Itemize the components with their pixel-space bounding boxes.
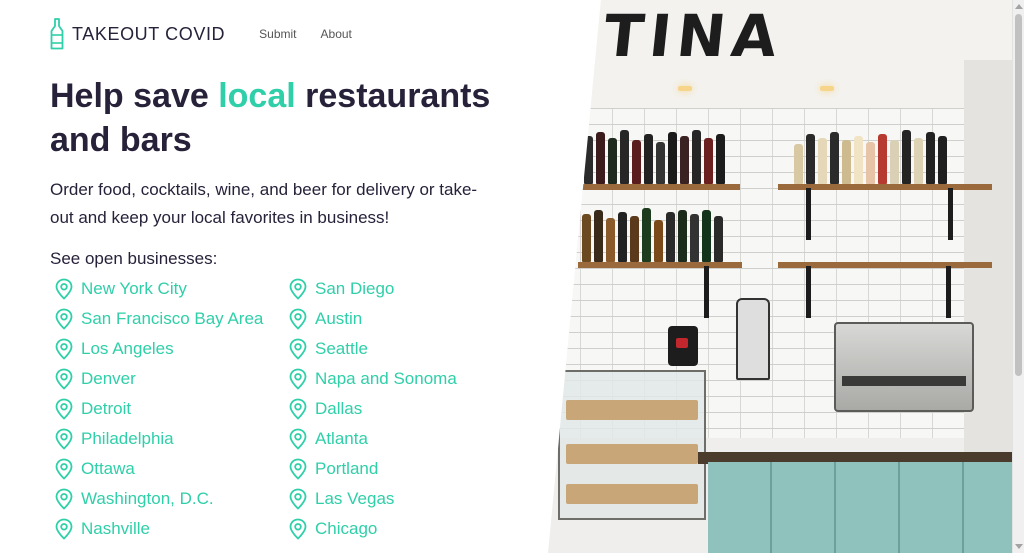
city-link[interactable]: Napa and Sonoma <box>288 364 457 394</box>
location-pin-icon <box>289 458 307 480</box>
coffee-grinder <box>736 298 770 380</box>
city-label[interactable]: Dallas <box>315 399 362 419</box>
city-label[interactable]: Denver <box>81 369 136 389</box>
shelf <box>580 184 740 190</box>
location-pin-icon <box>55 488 73 510</box>
scroll-down-arrow[interactable] <box>1015 544 1023 549</box>
city-link[interactable]: Washington, D.C. <box>54 484 263 514</box>
shelf-bracket <box>806 266 811 318</box>
city-link[interactable]: Denver <box>54 364 263 394</box>
scroll-thumb[interactable] <box>1015 14 1022 376</box>
city-link[interactable]: Austin <box>288 304 457 334</box>
headline-part: Help save <box>50 77 219 115</box>
businesses-title: See open businesses: <box>50 249 218 268</box>
city-link[interactable]: Dallas <box>288 394 457 424</box>
city-label[interactable]: Seattle <box>315 339 368 359</box>
city-label[interactable]: Detroit <box>81 399 131 419</box>
city-label[interactable]: Atlanta <box>315 429 368 449</box>
location-pin-icon <box>55 458 73 480</box>
city-label[interactable]: New York City <box>81 279 187 299</box>
photo-sign: TINA <box>600 2 787 70</box>
location-pin-icon <box>289 338 307 360</box>
nav-submit[interactable]: Submit <box>259 27 296 41</box>
city-link[interactable]: San Francisco Bay Area <box>54 304 263 334</box>
shelf-bracket <box>704 266 709 318</box>
location-pin-icon <box>55 368 73 390</box>
bottle-row <box>584 128 725 184</box>
city-label[interactable]: Los Angeles <box>81 339 174 359</box>
intro-text: Order food, cocktails, wine, and beer fo… <box>50 180 478 227</box>
scrollbar[interactable] <box>1012 0 1024 553</box>
location-pin-icon <box>289 368 307 390</box>
city-link[interactable]: Atlanta <box>288 424 457 454</box>
ceiling-lamp <box>820 86 834 91</box>
location-pin-icon <box>289 488 307 510</box>
brand-name[interactable]: TAKEOUT COVID <box>72 24 225 45</box>
city-label[interactable]: San Francisco Bay Area <box>81 309 263 329</box>
location-pin-icon <box>289 398 307 420</box>
dispenser <box>668 326 698 366</box>
city-link[interactable]: Nashville <box>54 514 263 544</box>
ceiling-lamp <box>678 86 692 91</box>
city-link[interactable]: Chicago <box>288 514 457 544</box>
location-pin-icon <box>55 518 73 540</box>
city-label[interactable]: Ottawa <box>81 459 135 479</box>
location-pin-icon <box>289 278 307 300</box>
city-label[interactable]: Washington, D.C. <box>81 489 214 509</box>
location-pin-icon <box>55 338 73 360</box>
city-label[interactable]: San Diego <box>315 279 394 299</box>
city-link[interactable]: Las Vegas <box>288 484 457 514</box>
city-list-right: San Diego Austin Seattle Napa and Sonoma Dal… <box>288 274 457 544</box>
location-pin-icon <box>55 278 73 300</box>
headline-accent: local <box>218 77 296 115</box>
pastry-case <box>558 370 706 520</box>
city-label[interactable]: Napa and Sonoma <box>315 369 457 389</box>
shelf-bracket <box>946 266 951 318</box>
city-link[interactable]: Philadelphia <box>54 424 263 454</box>
location-pin-icon <box>55 308 73 330</box>
city-label[interactable]: Nashville <box>81 519 150 539</box>
city-link[interactable]: Seattle <box>288 334 457 364</box>
hero-photo: TINA <box>548 0 1012 553</box>
city-link[interactable]: Detroit <box>54 394 263 424</box>
shelf-bracket <box>948 188 953 240</box>
city-list-left: New York City San Francisco Bay Area Los A… <box>54 274 263 544</box>
city-label[interactable]: Las Vegas <box>315 489 394 509</box>
location-pin-icon <box>289 518 307 540</box>
city-label[interactable]: Chicago <box>315 519 377 539</box>
nav-about[interactable]: About <box>321 27 352 41</box>
location-pin-icon <box>55 398 73 420</box>
site-header: TAKEOUT COVID Submit About <box>50 18 352 50</box>
bottle-row <box>582 206 723 262</box>
bottle-icon <box>50 18 64 50</box>
counter <box>708 462 1012 553</box>
city-label[interactable]: Portland <box>315 459 378 479</box>
city-link[interactable]: Portland <box>288 454 457 484</box>
city-label[interactable]: Philadelphia <box>81 429 174 449</box>
bottle-row <box>794 128 947 184</box>
location-pin-icon <box>289 428 307 450</box>
city-link[interactable]: Ottawa <box>54 454 263 484</box>
location-pin-icon <box>55 428 73 450</box>
page-headline: Help save local restaurants and bars <box>50 74 520 162</box>
espresso-machine <box>834 322 974 412</box>
shelf <box>578 262 742 268</box>
location-pin-icon <box>289 308 307 330</box>
shelf-bracket <box>806 188 811 240</box>
city-label[interactable]: Austin <box>315 309 362 329</box>
city-link[interactable]: San Diego <box>288 274 457 304</box>
scroll-up-arrow[interactable] <box>1015 4 1023 9</box>
main-nav: Submit About <box>259 27 352 41</box>
city-link[interactable]: New York City <box>54 274 263 304</box>
city-link[interactable]: Los Angeles <box>54 334 263 364</box>
